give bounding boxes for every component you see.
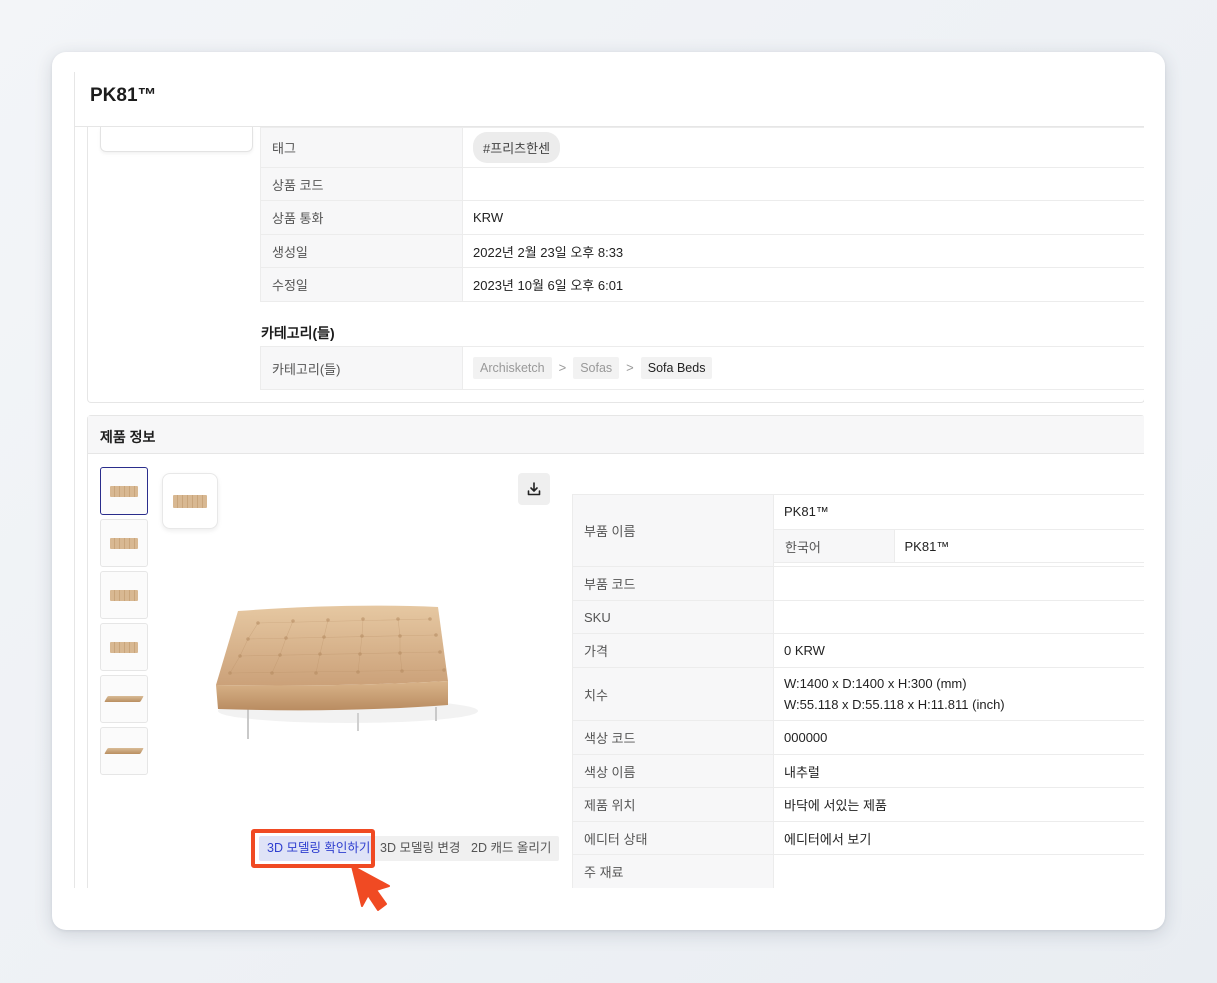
- row-label: 제품 위치: [572, 787, 774, 822]
- bed-thumbnail-icon: [173, 494, 207, 508]
- created-row: 생성일 2022년 2월 23일 오후 8:33: [260, 234, 1144, 268]
- part-name-row: 부품 이름 PK81™ 한국어 PK81™: [572, 494, 1144, 567]
- dimensions-row: 치수 W:1400 x D:1400 x H:300 (mm) W:55.118…: [572, 667, 1144, 721]
- translation-table: 한국어 PK81™: [774, 529, 1144, 563]
- crumb-separator: >: [626, 360, 634, 375]
- crumb-sofa-beds[interactable]: Sofa Beds: [640, 357, 713, 379]
- basic-info-table: 태그 #프리츠한센 상품 코드 상품 통화 KRW 생성일 2022년 2월 2…: [260, 127, 1144, 302]
- language-label: 한국어: [774, 529, 895, 563]
- thumbnail-2[interactable]: [100, 519, 148, 567]
- bench-thumbnail-icon: [104, 748, 144, 754]
- bed-thumbnail-icon: [110, 589, 138, 601]
- product-code-row: 상품 코드: [260, 167, 1144, 201]
- row-value: [462, 167, 1144, 201]
- row-label: 주 재료: [572, 854, 774, 888]
- row-label: SKU: [572, 600, 774, 634]
- row-label: 부품 코드: [572, 566, 774, 601]
- row-value: [773, 854, 1144, 888]
- thumbnail-1[interactable]: [100, 467, 148, 515]
- color-name-row: 색상 이름 내추럴: [572, 754, 1144, 788]
- change-3d-model-button[interactable]: 3D 모델링 변경: [372, 836, 469, 861]
- thumbnail-4[interactable]: [100, 623, 148, 671]
- thumbnail-list: [100, 467, 148, 779]
- row-label: 수정일: [260, 267, 463, 302]
- page-title: PK81™: [90, 85, 157, 106]
- part-name-value: PK81™: [784, 504, 829, 519]
- dimensions-inch: W:55.118 x D:55.118 x H:11.811 (inch): [784, 697, 1005, 712]
- row-value: KRW: [462, 200, 1144, 235]
- row-value: 0 KRW: [773, 633, 1144, 668]
- sku-row: SKU: [572, 600, 1144, 634]
- row-label: 가격: [572, 633, 774, 668]
- row-label: 카테고리(들): [260, 346, 463, 390]
- product-image-card: [100, 127, 253, 152]
- page-header: PK81™: [75, 72, 1144, 127]
- editor-status-row: 에디터 상태 에디터에서 보기: [572, 821, 1144, 855]
- row-value: 000000: [773, 720, 1144, 755]
- row-label: 치수: [572, 667, 774, 721]
- row-value: 에디터에서 보기: [773, 821, 1144, 855]
- crumb-separator: >: [558, 360, 567, 375]
- product-info-title: 제품 정보: [100, 429, 156, 445]
- product-3d-preview: [216, 605, 478, 739]
- dimensions-mm: W:1400 x D:1400 x H:300 (mm): [784, 676, 967, 691]
- download-button[interactable]: [518, 473, 550, 505]
- row-value: [773, 600, 1144, 634]
- categories-table: 카테고리(들) Archisketch > Sofas > Sofa Beds: [260, 346, 1144, 390]
- color-code-row: 색상 코드 000000: [572, 720, 1144, 755]
- bed-thumbnail-icon: [110, 537, 138, 549]
- crumb-sofas[interactable]: Sofas: [573, 357, 620, 379]
- thumbnail-5[interactable]: [100, 675, 148, 723]
- basic-info-section: 태그 #프리츠한센 상품 코드 상품 통화 KRW 생성일 2022년 2월 2…: [87, 127, 1144, 403]
- product-info-section: 제품 정보 3D 모델링 확인하기 3D 모델링 변경 2D 캐드 올리기 부품…: [87, 415, 1144, 888]
- row-label: 색상 이름: [572, 754, 774, 788]
- tag-chip[interactable]: #프리츠한센: [473, 132, 561, 163]
- row-value: 내추럴: [773, 754, 1144, 788]
- part-code-row: 부품 코드: [572, 566, 1144, 601]
- row-label: 색상 코드: [572, 720, 774, 755]
- placement-row: 제품 위치 바닥에 서있는 제품: [572, 787, 1144, 822]
- price-row: 가격 0 KRW: [572, 633, 1144, 668]
- bed-thumbnail-icon: [110, 641, 138, 653]
- window-card: PK81™ 태그 #프리츠한센 상품 코드 상품 통화 KRW 생성일 2022…: [52, 52, 1165, 930]
- categories-heading: 카테고리(들): [261, 325, 335, 341]
- category-breadcrumb: Archisketch > Sofas > Sofa Beds: [462, 346, 1144, 390]
- download-icon: [527, 482, 541, 496]
- bench-thumbnail-icon: [104, 696, 144, 702]
- language-value: PK81™: [893, 529, 1144, 563]
- row-label: 상품 통화: [260, 200, 463, 235]
- row-label: 태그: [260, 127, 463, 168]
- row-label: 상품 코드: [260, 167, 463, 201]
- product-info-header: 제품 정보: [88, 416, 1144, 454]
- thumbnail-3[interactable]: [100, 571, 148, 619]
- upload-2d-cad-button[interactable]: 2D 캐드 올리기: [463, 836, 560, 861]
- row-label: 생성일: [260, 234, 463, 268]
- product-spec-table: 부품 이름 PK81™ 한국어 PK81™ 부품 코드 SKU 가격 0 KRW…: [572, 494, 1144, 888]
- tag-row: 태그 #프리츠한센: [260, 127, 1144, 168]
- pointer-cursor-icon: [351, 865, 390, 911]
- row-value: [773, 566, 1144, 601]
- row-label: 부품 이름: [572, 494, 774, 567]
- crumb-archisketch[interactable]: Archisketch: [473, 357, 552, 379]
- content-pane: PK81™ 태그 #프리츠한센 상품 코드 상품 통화 KRW 생성일 2022…: [74, 72, 1144, 888]
- row-value: 2022년 2월 23일 오후 8:33: [462, 234, 1144, 268]
- currency-row: 상품 통화 KRW: [260, 200, 1144, 235]
- modified-row: 수정일 2023년 10월 6일 오후 6:01: [260, 267, 1144, 302]
- categories-row: 카테고리(들) Archisketch > Sofas > Sofa Beds: [260, 346, 1144, 390]
- thumbnail-6[interactable]: [100, 727, 148, 775]
- row-label: 에디터 상태: [572, 821, 774, 855]
- row-value: 2023년 10월 6일 오후 6:01: [462, 267, 1144, 302]
- main-material-row: 주 재료: [572, 854, 1144, 888]
- main-image-thumbnail[interactable]: [162, 473, 218, 529]
- row-value: 바닥에 서있는 제품: [773, 787, 1144, 822]
- bed-thumbnail-icon: [110, 485, 138, 497]
